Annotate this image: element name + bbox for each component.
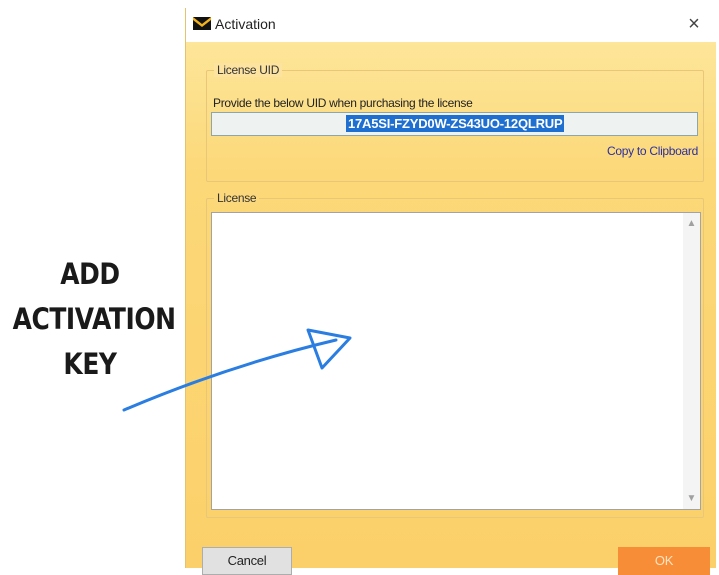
annotation-arrow-layer — [122, 328, 352, 412]
annotation-arrow-head-icon — [306, 328, 352, 370]
annotation-arrow-line — [122, 338, 338, 412]
